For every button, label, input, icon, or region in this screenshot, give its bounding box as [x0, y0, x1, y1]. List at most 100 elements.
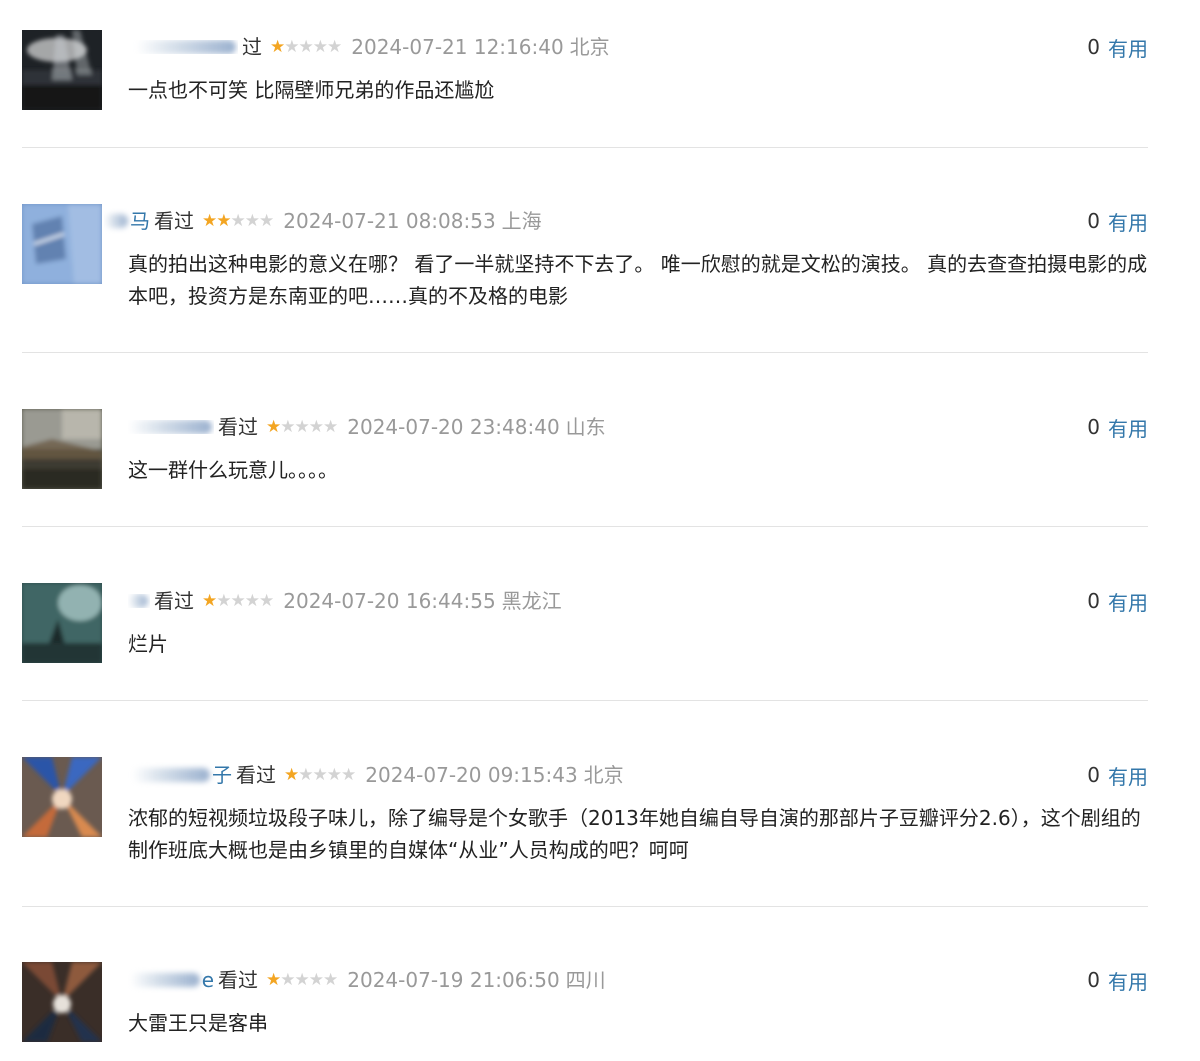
- comment-time: 2024-07-20 16:44:55: [283, 589, 496, 613]
- star-empty-icon: ★: [308, 417, 324, 437]
- star-empty-icon: ★: [244, 591, 260, 611]
- star-filled-icon: ★: [216, 211, 231, 231]
- divider: [22, 147, 1148, 148]
- comment-time: 2024-07-21 08:08:53: [283, 209, 496, 233]
- divider: [22, 352, 1148, 353]
- vote-area: 0 有用: [1087, 587, 1148, 616]
- comment-meta: 过 ★ ★ ★ ★ ★ 2024-07-21 12:16:40 北京: [128, 34, 610, 60]
- comment-time: 2024-07-20 09:15:43: [365, 763, 578, 787]
- username-visible: 子: [212, 763, 232, 787]
- avatar-image: [22, 757, 102, 837]
- vote-count: 0: [1087, 35, 1100, 59]
- username-visible: e: [201, 968, 214, 992]
- star-filled-icon: ★: [202, 211, 217, 231]
- username-blur: [136, 40, 236, 54]
- comment-time: 2024-07-21 12:16:40: [351, 35, 564, 59]
- watch-status: 看过: [154, 589, 194, 613]
- watch-status: 看过: [236, 763, 276, 787]
- username-link[interactable]: [128, 420, 214, 434]
- watch-status: 过: [242, 35, 262, 59]
- watch-status: 看过: [154, 209, 194, 233]
- avatar-image: [22, 409, 102, 489]
- comment-location: 四川: [565, 968, 606, 992]
- comment-location: 山东: [565, 415, 606, 439]
- useful-button[interactable]: 有用: [1108, 761, 1148, 790]
- comment-time: 2024-07-19 21:06:50: [347, 968, 560, 992]
- vote-area: 0 有用: [1087, 761, 1148, 790]
- avatar[interactable]: [22, 962, 102, 1042]
- star-filled-icon: ★: [202, 591, 217, 611]
- star-filled-icon: ★: [266, 417, 281, 437]
- username-link[interactable]: 马: [104, 208, 150, 234]
- avatar-image: [22, 583, 102, 663]
- star-empty-icon: ★: [312, 765, 328, 785]
- avatar[interactable]: [22, 30, 102, 110]
- rating-stars: ★ ★ ★ ★ ★: [270, 34, 342, 60]
- username-link[interactable]: e: [128, 967, 214, 993]
- comment-text: 浓郁的短视频垃圾段子味儿，除了编导是个女歌手（2013年她自编自导自演的那部片子…: [128, 806, 1141, 862]
- star-empty-icon: ★: [284, 37, 299, 57]
- rating-stars: ★ ★ ★ ★ ★: [202, 588, 274, 614]
- watch-status: 看过: [218, 968, 258, 992]
- comment-time: 2024-07-20 23:48:40: [347, 415, 560, 439]
- username-link[interactable]: [128, 594, 150, 608]
- rating-stars: ★ ★ ★ ★ ★: [284, 762, 356, 788]
- rating-stars: ★ ★ ★ ★ ★: [266, 967, 338, 993]
- divider: [22, 700, 1148, 701]
- username-blur: [129, 973, 200, 987]
- star-empty-icon: ★: [326, 765, 342, 785]
- username-blur: [128, 594, 148, 608]
- star-empty-icon: ★: [216, 591, 231, 611]
- avatar[interactable]: [22, 757, 102, 837]
- rating-stars: ★ ★ ★ ★ ★: [202, 208, 274, 234]
- star-empty-icon: ★: [298, 37, 314, 57]
- vote-area: 0 有用: [1087, 207, 1148, 236]
- divider: [22, 906, 1148, 907]
- useful-button[interactable]: 有用: [1108, 33, 1148, 62]
- avatar-image: [22, 962, 102, 1042]
- useful-button[interactable]: 有用: [1108, 207, 1148, 236]
- star-empty-icon: ★: [230, 211, 246, 231]
- star-empty-icon: ★: [259, 211, 274, 231]
- divider: [22, 526, 1148, 527]
- username-blur: [128, 420, 212, 434]
- vote-area: 0 有用: [1087, 966, 1148, 995]
- username-blur: [104, 214, 128, 228]
- star-filled-icon: ★: [284, 765, 299, 785]
- star-empty-icon: ★: [323, 970, 338, 990]
- comment-list: 过 ★ ★ ★ ★ ★ 2024-07-21 12:16:40 北京 0 有用 一点也不…: [0, 0, 1200, 1061]
- avatar[interactable]: [22, 409, 102, 489]
- comment-location: 北京: [569, 35, 610, 59]
- avatar-image: [22, 204, 102, 284]
- avatar[interactable]: [22, 583, 102, 663]
- star-empty-icon: ★: [327, 37, 342, 57]
- vote-area: 0 有用: [1087, 33, 1148, 62]
- vote-count: 0: [1087, 209, 1100, 233]
- vote-count: 0: [1087, 968, 1100, 992]
- useful-button[interactable]: 有用: [1108, 587, 1148, 616]
- star-empty-icon: ★: [244, 211, 260, 231]
- username-link[interactable]: [128, 40, 238, 54]
- username-link[interactable]: 子: [128, 762, 232, 788]
- avatar[interactable]: [22, 204, 102, 284]
- comment-location: 北京: [583, 763, 624, 787]
- star-empty-icon: ★: [312, 37, 328, 57]
- username-visible: 马: [130, 209, 150, 233]
- comment-meta: 看过 ★ ★ ★ ★ ★ 2024-07-20 23:48:40 山东: [128, 414, 606, 440]
- useful-button[interactable]: 有用: [1108, 966, 1148, 995]
- watch-status: 看过: [218, 415, 258, 439]
- useful-button[interactable]: 有用: [1108, 413, 1148, 442]
- comment-location: 上海: [501, 209, 542, 233]
- star-filled-icon: ★: [266, 970, 281, 990]
- username-blur: [132, 768, 210, 782]
- vote-count: 0: [1087, 415, 1100, 439]
- star-empty-icon: ★: [308, 970, 324, 990]
- comment-meta: e 看过 ★ ★ ★ ★ ★ 2024-07-19 21:06:50 四川: [128, 967, 606, 993]
- rating-stars: ★ ★ ★ ★ ★: [266, 414, 338, 440]
- comment-text: 这一群什么玩意儿。。。。: [128, 458, 338, 482]
- comment-meta: 看过 ★ ★ ★ ★ ★ 2024-07-20 16:44:55 黑龙江: [128, 588, 562, 614]
- star-empty-icon: ★: [280, 970, 295, 990]
- star-empty-icon: ★: [259, 591, 274, 611]
- star-empty-icon: ★: [280, 417, 295, 437]
- comment-location: 黑龙江: [501, 589, 562, 613]
